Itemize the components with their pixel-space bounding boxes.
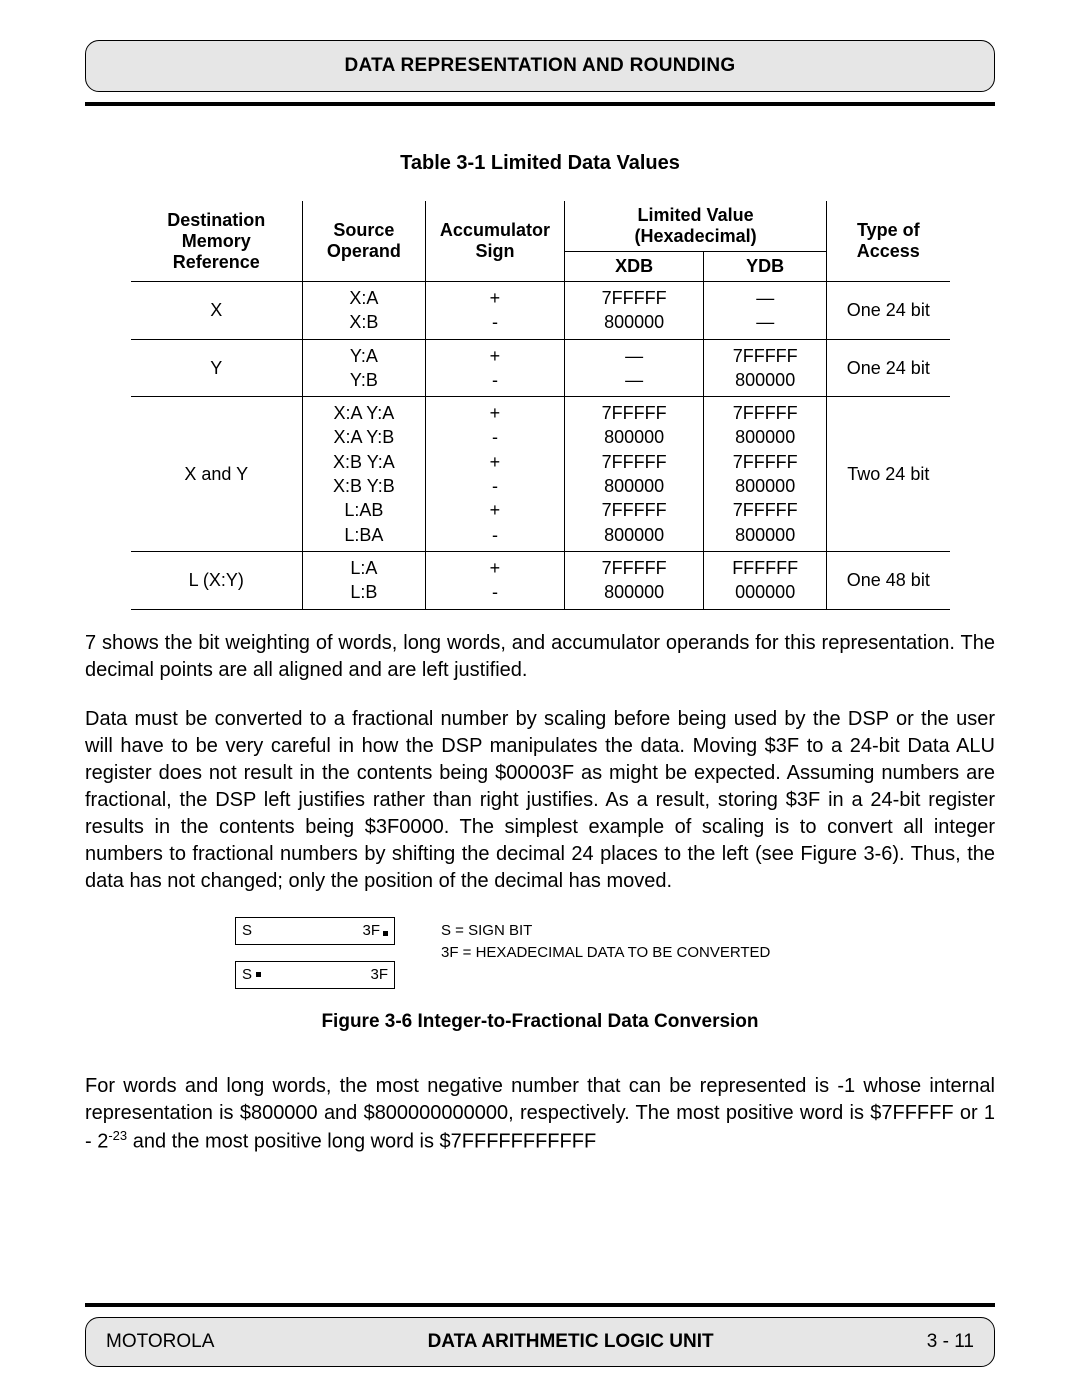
table-cell: Y (131, 339, 303, 397)
table-cell: +- (425, 551, 564, 609)
hdr-lv: Limited Value (Hexadecimal) (635, 205, 757, 246)
box2-right: 3F (370, 966, 388, 983)
figure-caption: Figure 3-6 Integer-to-Fractional Data Co… (85, 1011, 995, 1033)
page-content: Table 3-1 Limited Data Values Destinatio… (85, 106, 995, 1297)
footer-rule (85, 1303, 995, 1307)
hdr-ydb: YDB (746, 256, 784, 276)
table-cell: 7FFFFF800000 (565, 551, 704, 609)
table-cell: One 48 bit (827, 551, 950, 609)
figure-box-top: S 3F (235, 917, 395, 945)
table-row: XX:AX:B+-7FFFFF800000——One 24 bit (131, 282, 950, 340)
table-cell: X:A Y:AX:A Y:BX:B Y:AX:B Y:BL:ABL:BA (302, 397, 425, 552)
figure-legend-2: 3F = HEXADECIMAL DATA TO BE CONVERTED (441, 939, 770, 966)
figure-box-bottom: S 3F (235, 961, 395, 989)
table-cell: X and Y (131, 397, 303, 552)
table-cell: X (131, 282, 303, 340)
footer-left: MOTOROLA (106, 1331, 214, 1353)
table-row: X and YX:A Y:AX:A Y:BX:B Y:AX:B Y:BL:ABL… (131, 397, 950, 552)
para3-sup: -23 (108, 1128, 127, 1143)
table-cell: +- (425, 282, 564, 340)
table-cell: 7FFFFF800000 (565, 282, 704, 340)
paragraph-2: Data must be converted to a fractional n… (85, 706, 995, 895)
hdr-dest1: Destination (167, 210, 265, 230)
table-cell: X:AX:B (302, 282, 425, 340)
table-cell: —— (704, 282, 827, 340)
limited-values-table: Destination Memory Reference Source Oper… (131, 201, 950, 610)
table-cell: Y:AY:B (302, 339, 425, 397)
hdr-type1: Type of (857, 220, 920, 240)
page-footer: MOTOROLA DATA ARITHMETIC LOGIC UNIT 3 - … (85, 1317, 995, 1367)
figure-3-6: S 3F S = SIGN BIT S 3F 3F = HEXADECIMAL … (85, 917, 995, 1033)
table-cell: 7FFFFF800000 (704, 339, 827, 397)
footer-right: 3 - 11 (927, 1331, 974, 1353)
table-caption: Table 3-1 Limited Data Values (85, 152, 995, 175)
table-cell: One 24 bit (827, 339, 950, 397)
paragraph-3: For words and long words, the most negat… (85, 1073, 995, 1156)
hdr-xdb: XDB (615, 256, 653, 276)
box1-left: S (242, 922, 252, 939)
paragraph-1: 7 shows the bit weighting of words, long… (85, 630, 995, 684)
table-cell: FFFFFF000000 (704, 551, 827, 609)
table-row: YY:AY:B+-——7FFFFF800000One 24 bit (131, 339, 950, 397)
table-cell: Two 24 bit (827, 397, 950, 552)
table-row: L (X:Y)L:AL:B+-7FFFFF800000FFFFFF000000O… (131, 551, 950, 609)
hdr-src2: Operand (327, 241, 401, 261)
table-cell: +-+-+- (425, 397, 564, 552)
hdr-type2: Access (857, 241, 920, 261)
hdr-acc1: Accumulator (440, 220, 550, 240)
box1-right: 3F (362, 922, 388, 939)
table-cell: +- (425, 339, 564, 397)
footer-center: DATA ARITHMETIC LOGIC UNIT (428, 1331, 714, 1353)
table-cell: One 24 bit (827, 282, 950, 340)
hdr-dest2: Memory Reference (173, 231, 260, 272)
header-title: DATA REPRESENTATION AND ROUNDING (344, 55, 735, 76)
table-cell: —— (565, 339, 704, 397)
table-cell: 7FFFFF8000007FFFFF8000007FFFFF800000 (704, 397, 827, 552)
para3-post: and the most positive long word is $7FFF… (127, 1130, 596, 1152)
table-cell: L (X:Y) (131, 551, 303, 609)
page-header: DATA REPRESENTATION AND ROUNDING (85, 40, 995, 92)
hdr-src1: Source (333, 220, 394, 240)
table-cell: L:AL:B (302, 551, 425, 609)
table-cell: 7FFFFF8000007FFFFF8000007FFFFF800000 (565, 397, 704, 552)
box2-left: S (242, 966, 261, 983)
hdr-acc2: Sign (475, 241, 514, 261)
